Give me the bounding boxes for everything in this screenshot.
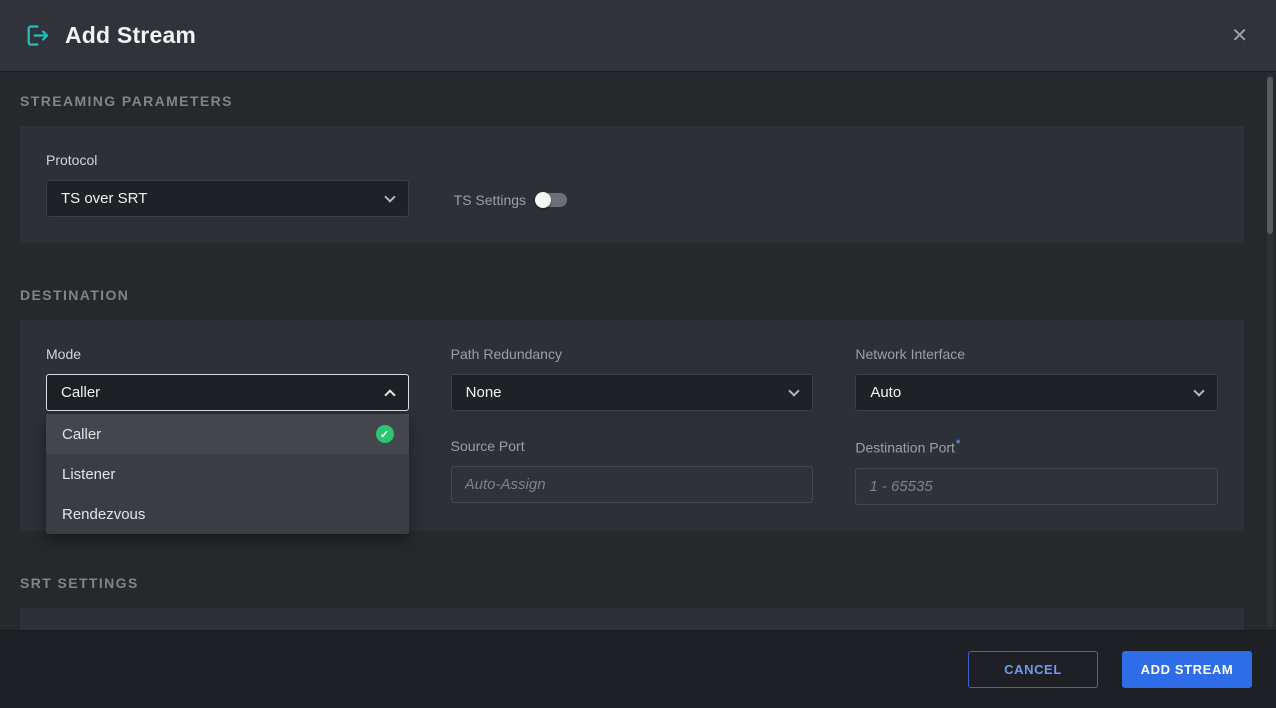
destination-port-label-text: Destination Port xyxy=(855,440,955,456)
network-interface-select[interactable]: Auto xyxy=(855,374,1218,411)
menu-item-caller[interactable]: Caller ✓ xyxy=(46,414,409,454)
add-stream-icon xyxy=(24,22,51,49)
source-port-input[interactable] xyxy=(451,466,814,503)
add-stream-button[interactable]: ADD STREAM xyxy=(1122,651,1252,688)
menu-item-label: Caller xyxy=(62,426,101,443)
menu-item-label: Listener xyxy=(62,466,115,483)
protocol-label: Protocol xyxy=(46,152,409,168)
protocol-field: Protocol TS over SRT xyxy=(46,152,409,217)
srt-settings-panel: Latency (ms)* xyxy=(20,608,1244,630)
network-interface-label: Network Interface xyxy=(855,346,1218,362)
destination-port-input[interactable] xyxy=(855,468,1218,505)
modal-title: Add Stream xyxy=(65,22,196,49)
ts-settings-row: TS Settings xyxy=(454,192,567,208)
path-redundancy-field: Path Redundancy None xyxy=(451,346,814,411)
path-redundancy-select-value: None xyxy=(466,384,502,401)
scrollbar-thumb[interactable] xyxy=(1267,77,1273,234)
path-redundancy-label: Path Redundancy xyxy=(451,346,814,362)
required-mark: * xyxy=(956,438,960,450)
ts-settings-toggle[interactable] xyxy=(537,193,567,207)
menu-item-label: Rendezvous xyxy=(62,506,145,523)
chevron-down-icon xyxy=(384,191,395,202)
menu-item-listener[interactable]: Listener xyxy=(46,454,409,494)
network-interface-select-value: Auto xyxy=(870,384,901,401)
section-heading-srt-settings: SRT SETTINGS xyxy=(20,575,1244,591)
modal-footer: CANCEL ADD STREAM xyxy=(0,630,1276,708)
source-port-label: Source Port xyxy=(451,438,814,454)
network-interface-field: Network Interface Auto xyxy=(855,346,1218,411)
mode-select-value: Caller xyxy=(61,384,100,401)
menu-item-rendezvous[interactable]: Rendezvous xyxy=(46,494,409,534)
mode-label: Mode xyxy=(46,346,409,362)
cancel-button[interactable]: CANCEL xyxy=(968,651,1098,688)
chevron-up-icon xyxy=(384,389,395,400)
chevron-down-icon xyxy=(789,385,800,396)
section-heading-streaming-parameters: STREAMING PARAMETERS xyxy=(20,93,1244,109)
protocol-select-value: TS over SRT xyxy=(61,190,147,207)
close-icon[interactable]: ✕ xyxy=(1231,26,1248,46)
source-port-field: Source Port xyxy=(451,438,814,505)
mode-dropdown-menu: Caller ✓ Listener Rendezvous xyxy=(46,414,409,534)
modal-header: Add Stream ✕ xyxy=(0,0,1276,72)
protocol-select[interactable]: TS over SRT xyxy=(46,180,409,217)
section-heading-destination: DESTINATION xyxy=(20,287,1244,303)
title-wrap: Add Stream xyxy=(24,22,196,49)
path-redundancy-select[interactable]: None xyxy=(451,374,814,411)
mode-select[interactable]: Caller xyxy=(46,374,409,411)
destination-panel: Mode Caller Caller ✓ Listener xyxy=(20,320,1244,531)
mode-select-wrap: Caller Caller ✓ Listener Rendezvous xyxy=(46,374,409,411)
destination-port-field: Destination Port* xyxy=(855,438,1218,505)
checkmark-icon: ✓ xyxy=(376,425,394,443)
chevron-down-icon xyxy=(1193,385,1204,396)
toggle-knob-icon xyxy=(535,192,551,208)
modal-body: STREAMING PARAMETERS Protocol TS over SR… xyxy=(0,72,1276,630)
streaming-parameters-panel: Protocol TS over SRT TS Settings xyxy=(20,126,1244,243)
ts-settings-label: TS Settings xyxy=(454,192,526,208)
mode-field: Mode Caller Caller ✓ Listener xyxy=(46,346,409,411)
add-stream-modal: Add Stream ✕ STREAMING PARAMETERS Protoc… xyxy=(0,0,1276,708)
destination-port-label: Destination Port* xyxy=(855,438,1218,456)
